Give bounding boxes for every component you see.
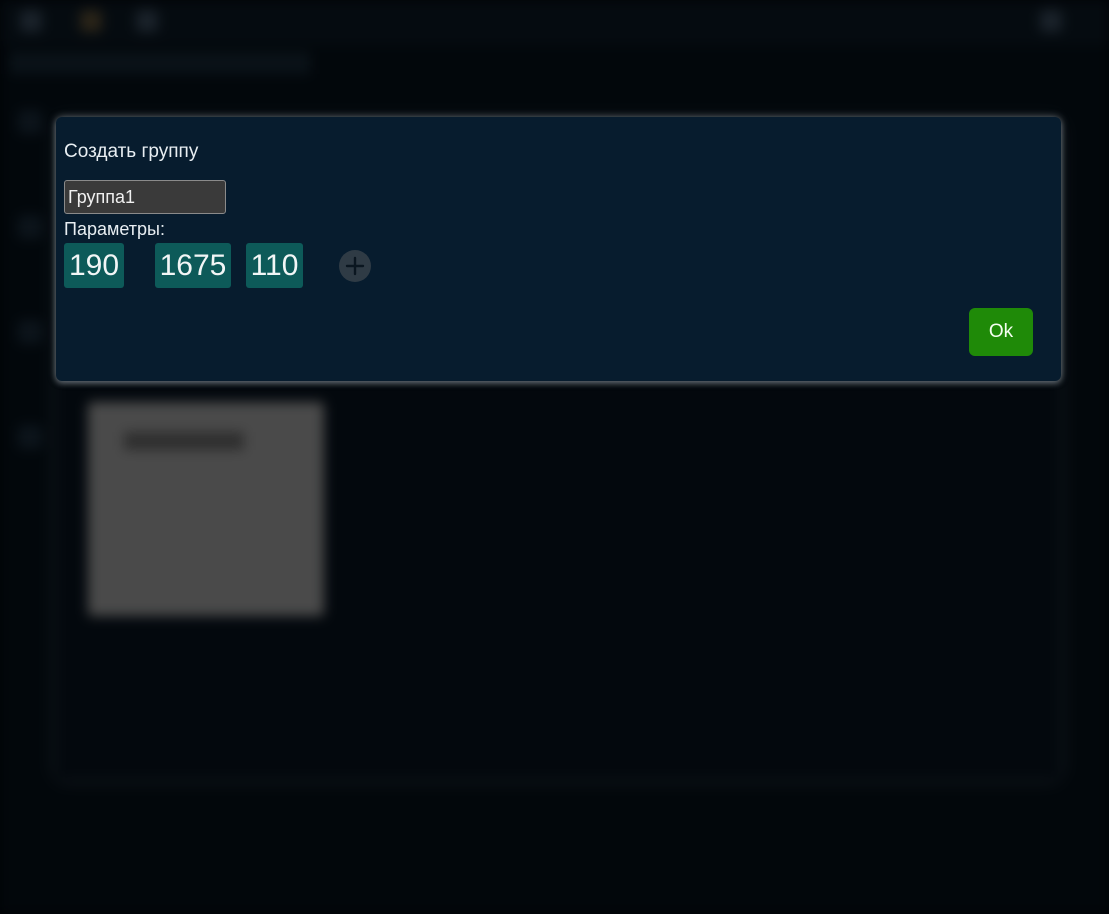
- add-param-button[interactable]: [339, 250, 371, 282]
- params-label: Параметры:: [64, 219, 165, 239]
- param-chip[interactable]: 190: [64, 243, 124, 288]
- background-sidebar-icon: [18, 425, 42, 449]
- param-chip[interactable]: 110: [246, 243, 303, 288]
- background-subbar: [10, 52, 310, 74]
- background-sidebar-icon: [18, 110, 42, 134]
- background-sidebar-icon: [18, 215, 42, 239]
- dialog-title: Создать группу: [64, 141, 199, 162]
- background-sidebar-icon: [18, 320, 42, 344]
- background-card-title: [124, 432, 244, 450]
- background-toolbar-icon: [80, 10, 102, 32]
- background-toolbar: [0, 0, 1109, 45]
- background-toolbar-icon: [1040, 10, 1062, 32]
- plus-icon: [345, 256, 365, 276]
- create-group-dialog: Создать группу Параметры: 190 1675 110 O…: [56, 117, 1061, 381]
- background-sidebar: [10, 100, 50, 520]
- group-name-input[interactable]: [64, 180, 226, 214]
- ok-button[interactable]: Ok: [969, 308, 1033, 356]
- background-toolbar-icon: [136, 10, 158, 32]
- param-chip[interactable]: 1675: [155, 243, 231, 288]
- background-toolbar-icon: [20, 10, 42, 32]
